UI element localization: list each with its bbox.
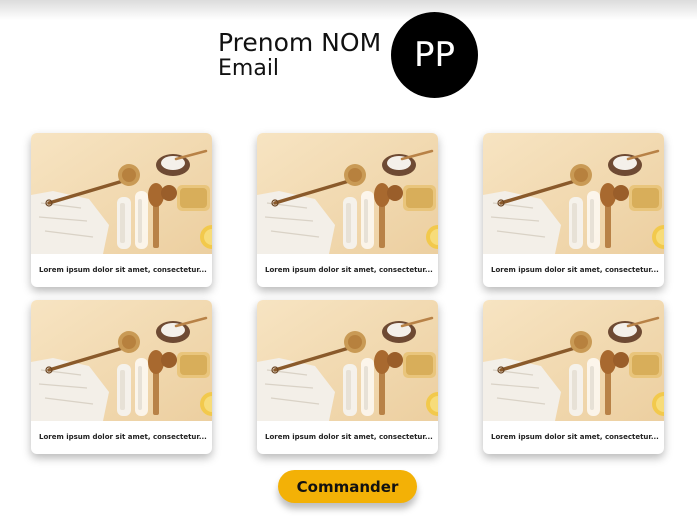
user-email: Email — [218, 56, 280, 81]
user-name: Prenom NOM — [218, 28, 382, 57]
product-caption: Lorem ipsum dolor sit amet, consectetur.… — [39, 266, 207, 274]
page: Prenom NOM Email PP Lorem ipsum dolor si… — [0, 0, 697, 525]
user-header: Prenom NOM Email PP — [218, 12, 480, 98]
product-card[interactable]: Lorem ipsum dolor sit amet, consectetur.… — [31, 300, 212, 454]
avatar[interactable]: PP — [391, 12, 478, 98]
product-caption: Lorem ipsum dolor sit amet, consectetur.… — [491, 433, 659, 441]
product-card[interactable]: Lorem ipsum dolor sit amet, consectetur.… — [483, 300, 664, 454]
product-card[interactable]: Lorem ipsum dolor sit amet, consectetur.… — [483, 133, 664, 287]
commander-button[interactable]: Commander — [278, 470, 417, 503]
product-caption: Lorem ipsum dolor sit amet, consectetur.… — [491, 266, 659, 274]
product-image — [257, 133, 438, 254]
product-card[interactable]: Lorem ipsum dolor sit amet, consectetur.… — [257, 133, 438, 287]
product-caption: Lorem ipsum dolor sit amet, consectetur.… — [39, 433, 207, 441]
product-image — [257, 300, 438, 421]
product-caption: Lorem ipsum dolor sit amet, consectetur.… — [265, 433, 433, 441]
product-image — [483, 300, 664, 421]
product-card[interactable]: Lorem ipsum dolor sit amet, consectetur.… — [257, 300, 438, 454]
product-image — [483, 133, 664, 254]
product-caption: Lorem ipsum dolor sit amet, consectetur.… — [265, 266, 433, 274]
product-image — [31, 133, 212, 254]
product-card[interactable]: Lorem ipsum dolor sit amet, consectetur.… — [31, 133, 212, 287]
product-image — [31, 300, 212, 421]
